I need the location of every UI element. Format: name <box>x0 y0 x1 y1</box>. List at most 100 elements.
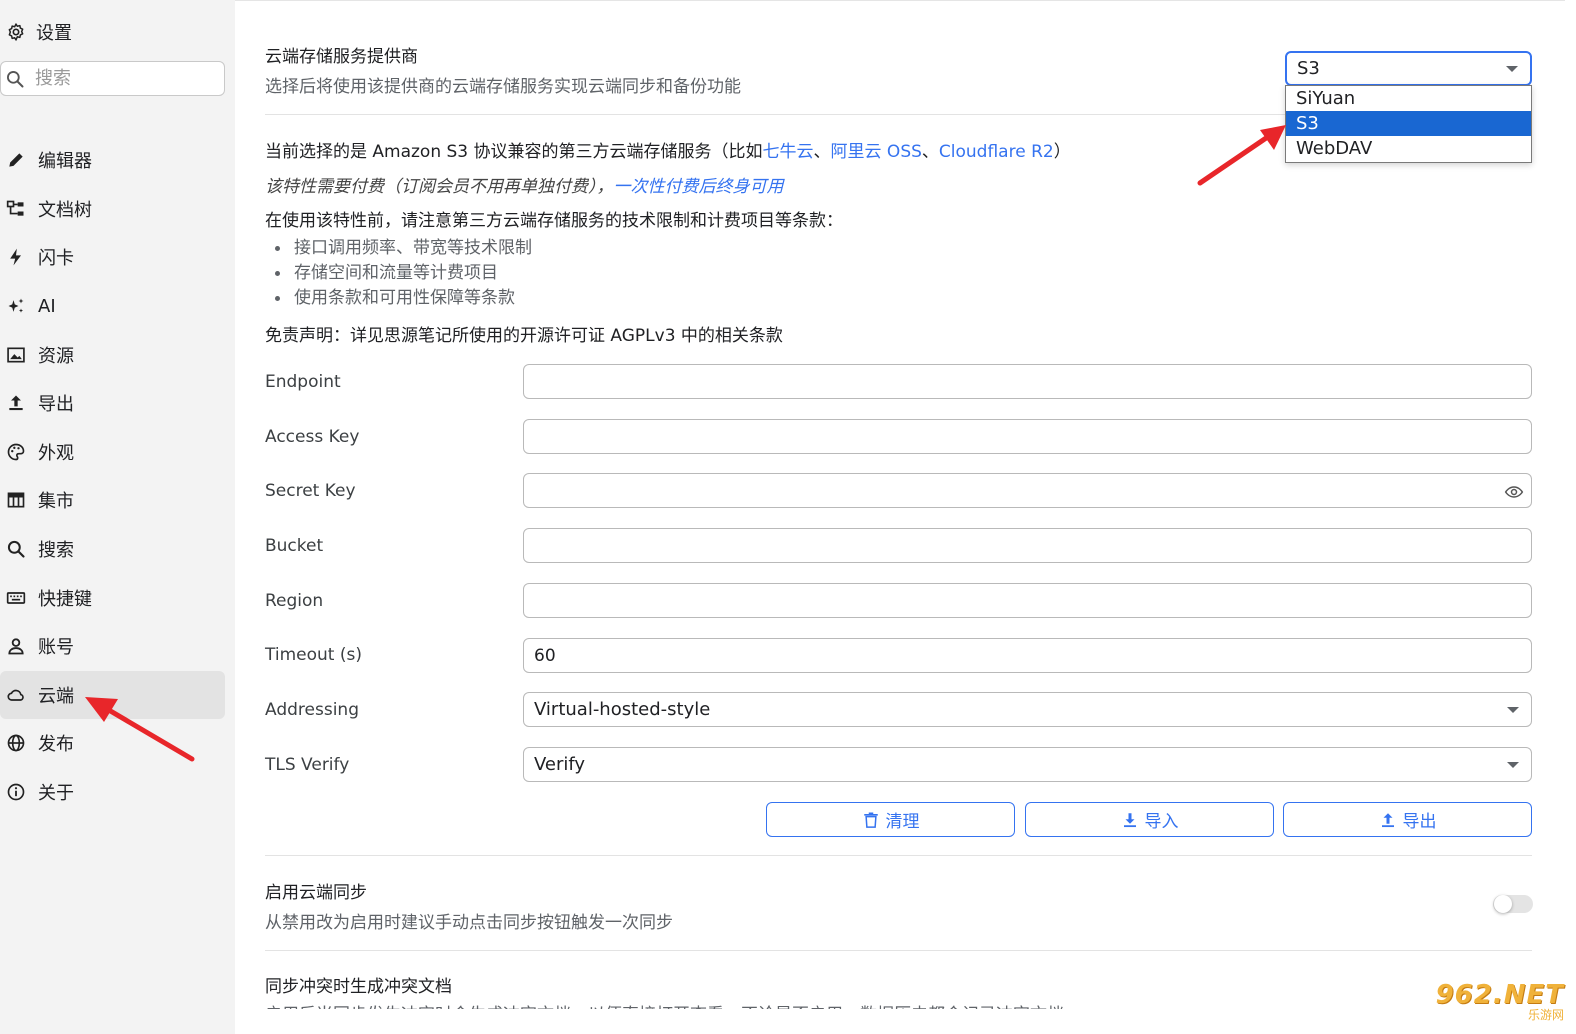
addressing-value: Virtual-hosted-style <box>534 699 711 720</box>
link-aliyun-oss[interactable]: 阿里云 OSS <box>831 142 922 162</box>
sidebar-item-search[interactable]: 搜索 <box>0 525 225 574</box>
sidebar-item-about[interactable]: 关于 <box>0 768 225 817</box>
secret-key-input[interactable] <box>523 473 1532 508</box>
import-button[interactable]: 导入 <box>1025 802 1274 837</box>
pencil-icon <box>6 150 26 170</box>
paid-notice: 该特性需要付费（订阅会员不用再单独付费），一次性付费后终身可用 <box>265 172 784 197</box>
sync-title: 启用云端同步 <box>265 883 367 903</box>
clear-button-label: 清理 <box>885 812 920 832</box>
paid-text: 该特性需要付费（订阅会员不用再单独付费）， <box>265 177 614 197</box>
list-item: 使用条款和可用性保障等条款 <box>275 286 532 311</box>
sidebar-item-label: 编辑器 <box>38 151 92 173</box>
keyboard-icon <box>6 588 26 608</box>
export-button-label: 导出 <box>1402 812 1437 832</box>
chevron-down-icon <box>1506 65 1518 72</box>
sidebar-item-label: 集市 <box>38 491 74 513</box>
upload-icon <box>1381 812 1394 827</box>
clear-button[interactable]: 清理 <box>766 802 1015 837</box>
info-icon <box>6 782 26 802</box>
disclaimer: 免责声明：详见思源笔记所使用的开源许可证 AGPLv3 中的相关条款 <box>265 326 783 346</box>
conflict-title: 同步冲突时生成冲突文档 <box>265 977 452 997</box>
sidebar-item-label: 快捷键 <box>38 588 92 610</box>
sidebar-item-ai[interactable]: AI <box>0 282 225 331</box>
list-item: 存储空间和流量等计费项目 <box>275 261 532 286</box>
provider-option-s3[interactable]: S3 <box>1286 111 1531 136</box>
gear-icon <box>6 22 26 42</box>
sidebar-item-bazaar[interactable]: 集市 <box>0 476 225 525</box>
tls-verify-label: TLS Verify <box>265 755 350 775</box>
terms-list: 接口调用频率、带宽等技术限制 存储空间和流量等计费项目 使用条款和可用性保障等条… <box>275 236 532 311</box>
endpoint-label: Endpoint <box>265 372 341 392</box>
bucket-label: Bucket <box>265 536 324 556</box>
provider-dropdown-list: SiYuan S3 WebDAV <box>1285 85 1532 163</box>
access-key-label: Access Key <box>265 427 360 447</box>
sidebar-item-label: 资源 <box>38 345 74 367</box>
endpoint-input[interactable] <box>523 364 1532 399</box>
link-qiniu[interactable]: 七牛云 <box>763 142 814 162</box>
bucket-input[interactable] <box>523 528 1532 563</box>
provider-option-siyuan[interactable]: SiYuan <box>1286 86 1531 111</box>
sidebar-item-label: 发布 <box>38 734 74 756</box>
tls-verify-select[interactable]: Verify <box>523 747 1532 782</box>
image-icon <box>6 345 26 365</box>
info-separator: 、 <box>813 142 831 162</box>
provider-info-line: 当前选择的是 Amazon S3 协议兼容的第三方云端存储服务（比如七牛云、阿里… <box>265 137 1071 162</box>
sidebar-item-flashcard[interactable]: 闪卡 <box>0 233 225 282</box>
sidebar-item-appearance[interactable]: 外观 <box>0 428 225 477</box>
access-key-input[interactable] <box>523 419 1532 454</box>
sync-description: 从禁用改为启用时建议手动点击同步按钮触发一次同步 <box>265 913 673 933</box>
cloud-icon <box>6 685 26 705</box>
eye-icon[interactable] <box>1504 482 1524 502</box>
provider-description: 选择后将使用该提供商的云端存储服务实现云端同步和备份功能 <box>265 77 741 97</box>
sidebar-item-keymap[interactable]: 快捷键 <box>0 573 225 622</box>
sidebar-item-label: 闪卡 <box>38 248 74 270</box>
info-text: ） <box>1053 142 1071 162</box>
region-input[interactable] <box>523 583 1532 618</box>
list-item: 接口调用频率、带宽等技术限制 <box>275 236 532 261</box>
tls-verify-value: Verify <box>534 754 586 775</box>
conflict-description-clip: 启用后当同步发生冲突时会生成冲突文档，以便直接打开查看。不论是否启用，数据历史都… <box>265 1000 1365 1009</box>
info-separator: 、 <box>921 142 939 162</box>
sidebar-item-label: 关于 <box>38 783 74 805</box>
trash-icon <box>863 812 878 828</box>
palette-icon <box>6 442 26 462</box>
export-button[interactable]: 导出 <box>1283 802 1532 837</box>
settings-sidebar: 设置 编辑器 文档树 闪卡 AI <box>0 0 235 1034</box>
addressing-label: Addressing <box>265 700 359 720</box>
chevron-down-icon <box>1507 706 1519 713</box>
timeout-input[interactable] <box>523 638 1532 673</box>
sync-toggle[interactable] <box>1493 895 1533 913</box>
sidebar-search-box[interactable] <box>0 61 225 96</box>
sidebar-item-export[interactable]: 导出 <box>0 379 225 428</box>
settings-title-label: 设置 <box>36 23 72 44</box>
sidebar-item-doctree[interactable]: 文档树 <box>0 185 225 234</box>
list-item-text: 接口调用频率、带宽等技术限制 <box>294 238 532 258</box>
site-watermark-logo: 962.NET 乐游网 <box>1432 980 1564 1024</box>
lifetime-purchase-link[interactable]: 一次性付费后终身可用 <box>614 177 784 197</box>
sidebar-item-assets[interactable]: 资源 <box>0 330 225 379</box>
sidebar-item-editor[interactable]: 编辑器 <box>0 136 225 185</box>
sidebar-item-account[interactable]: 账号 <box>0 622 225 671</box>
list-item-text: 存储空间和流量等计费项目 <box>294 263 498 283</box>
provider-selected-value: S3 <box>1297 58 1320 79</box>
search-icon <box>6 539 26 559</box>
chevron-down-icon <box>1507 761 1519 768</box>
conflict-description: 启用后当同步发生冲突时会生成冲突文档，以便直接打开查看。不论是否启用，数据历史都… <box>265 1000 1064 1009</box>
region-label: Region <box>265 591 324 611</box>
link-cloudflare-r2[interactable]: Cloudflare R2 <box>939 142 1054 162</box>
sidebar-item-label: 搜索 <box>38 540 74 562</box>
toggle-knob <box>1494 895 1512 913</box>
info-text: 当前选择的是 Amazon S3 协议兼容的第三方云端存储服务（比如 <box>265 142 763 162</box>
settings-title: 设置 <box>6 18 72 46</box>
provider-option-webdav[interactable]: WebDAV <box>1286 136 1531 161</box>
provider-select[interactable]: S3 <box>1285 51 1532 86</box>
search-icon <box>5 69 25 89</box>
sidebar-search-input[interactable] <box>35 68 205 89</box>
list-item-text: 使用条款和可用性保障等条款 <box>294 288 515 308</box>
sidebar-item-publish[interactable]: 发布 <box>0 719 225 768</box>
download-icon <box>1123 812 1136 827</box>
upload-icon <box>6 393 26 413</box>
addressing-select[interactable]: Virtual-hosted-style <box>523 692 1532 727</box>
store-icon <box>6 490 26 510</box>
sidebar-item-cloud[interactable]: 云端 <box>0 670 225 720</box>
